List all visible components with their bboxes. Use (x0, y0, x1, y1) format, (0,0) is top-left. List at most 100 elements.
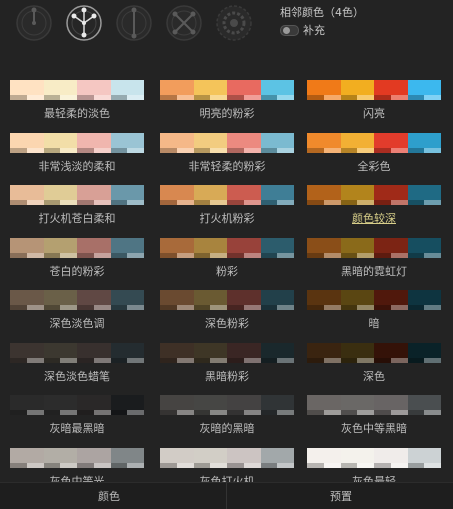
palette-preset[interactable]: 最轻柔的淡色 (10, 80, 144, 132)
palette-preset[interactable]: 黑暗的霓虹灯 (307, 237, 441, 290)
swatch-shade (390, 357, 408, 363)
swatch-color (10, 237, 44, 253)
palette-preset[interactable]: 闪亮 (307, 80, 441, 132)
swatch-shade (93, 410, 111, 415)
swatch-shade (390, 200, 408, 205)
swatch-shade (60, 252, 77, 258)
palette-preset[interactable]: 全彩色 (307, 132, 441, 185)
swatch-shade (390, 147, 408, 153)
color-wheel-pair-icon[interactable] (115, 4, 153, 42)
swatch-shade (43, 357, 61, 363)
swatch-color (374, 395, 408, 410)
swatch-shade (160, 147, 177, 153)
swatch-shade (193, 95, 211, 100)
palette-swatch (160, 447, 294, 468)
palette-preset[interactable]: 深色淡色调 (10, 290, 144, 342)
swatch-shade (43, 305, 61, 310)
swatch-shade (127, 252, 144, 258)
toolbar: 相邻颜色（4色） 补充 (0, 0, 453, 52)
swatch-color (374, 185, 408, 200)
swatch-shade (243, 252, 261, 258)
tab-presets[interactable]: 预置 (330, 488, 352, 504)
swatch-shade (160, 252, 177, 258)
supplement-toggle[interactable] (280, 25, 299, 36)
palette-swatch (307, 80, 441, 100)
swatch-color (340, 342, 374, 358)
swatch-shade (357, 305, 374, 310)
palette-preset[interactable]: 打火机粉彩 (160, 185, 294, 237)
swatch-color (160, 132, 194, 148)
swatch-shade (323, 410, 341, 415)
swatch-shade (10, 462, 27, 468)
swatch-shade (374, 147, 391, 153)
swatch-shade (77, 95, 94, 100)
swatch-color (340, 290, 374, 305)
swatch-shade (277, 305, 294, 310)
palette-label: 非常浅淡的柔和 (38, 159, 116, 173)
palette-label: 深色淡色蜡笔 (44, 369, 110, 383)
swatch-shade (227, 252, 244, 258)
swatch-shade (260, 410, 278, 415)
swatch-shade (127, 357, 144, 363)
swatch-shade (60, 305, 77, 310)
swatch-color (193, 290, 227, 305)
palette-preset[interactable]: 粉彩 (160, 237, 294, 290)
swatch-shade (77, 252, 94, 258)
color-wheel-cross-icon[interactable] (165, 4, 203, 42)
swatch-shade (277, 357, 294, 363)
palette-preset[interactable]: 深色粉彩 (160, 290, 294, 342)
swatch-shade (10, 200, 27, 205)
palette-preset[interactable]: 灰色中等黑暗 (307, 395, 441, 447)
swatch-shade (374, 462, 391, 468)
palette-preset[interactable]: 暗 (307, 290, 441, 342)
tab-colors[interactable]: 颜色 (98, 488, 120, 504)
palette-preset[interactable]: 灰暗最黑暗 (10, 395, 144, 447)
swatch-color (374, 80, 408, 95)
swatch-color (10, 342, 44, 358)
palette-preset[interactable]: 苍白的粉彩 (10, 237, 144, 290)
color-wheel-dial-icon[interactable] (15, 4, 53, 42)
swatch-color (374, 132, 408, 148)
swatch-shade (424, 147, 441, 153)
swatch-color (110, 185, 144, 200)
palette-swatch (307, 447, 441, 468)
swatch-color (340, 237, 374, 253)
swatch-color (110, 395, 144, 410)
swatch-shade (243, 462, 261, 468)
swatch-color (43, 290, 77, 305)
palette-preset[interactable]: 黑暗粉彩 (160, 342, 294, 395)
palette-swatch (160, 185, 294, 205)
swatch-color (10, 185, 44, 200)
palette-preset[interactable]: 灰暗的黑暗 (160, 395, 294, 447)
swatch-color (260, 185, 294, 200)
palette-swatch (160, 237, 294, 258)
swatch-shade (127, 410, 144, 415)
swatch-shade (26, 147, 44, 153)
swatch-color (260, 132, 294, 148)
palette-preset[interactable]: 打火机苍白柔和 (10, 185, 144, 237)
swatch-color (43, 185, 77, 200)
swatch-color (10, 447, 44, 463)
swatch-color (307, 447, 341, 463)
swatch-shade (77, 410, 94, 415)
swatch-color (227, 290, 261, 305)
swatch-shade (10, 305, 27, 310)
palette-preset[interactable]: 非常轻柔的粉彩 (160, 132, 294, 185)
swatch-shade (110, 410, 128, 415)
palette-preset[interactable]: 深色淡色蜡笔 (10, 342, 144, 395)
footer-tabs: 颜色 预置 (0, 482, 453, 509)
swatch-color (227, 395, 261, 410)
color-wheel-triad-icon[interactable] (65, 4, 103, 42)
palette-label: 闪亮 (363, 107, 385, 120)
swatch-shade (323, 95, 341, 100)
swatch-color (307, 342, 341, 358)
swatch-shade (227, 305, 244, 310)
palette-preset[interactable]: 明亮的粉彩 (160, 80, 294, 132)
color-wheel-gear-icon[interactable] (215, 4, 253, 42)
palette-swatch (10, 185, 144, 205)
palette-preset[interactable]: 深色 (307, 342, 441, 395)
swatch-shade (193, 147, 211, 153)
swatch-color (407, 80, 441, 95)
palette-preset[interactable]: 颜色较深 (307, 185, 441, 237)
palette-preset[interactable]: 非常浅淡的柔和 (10, 132, 144, 185)
